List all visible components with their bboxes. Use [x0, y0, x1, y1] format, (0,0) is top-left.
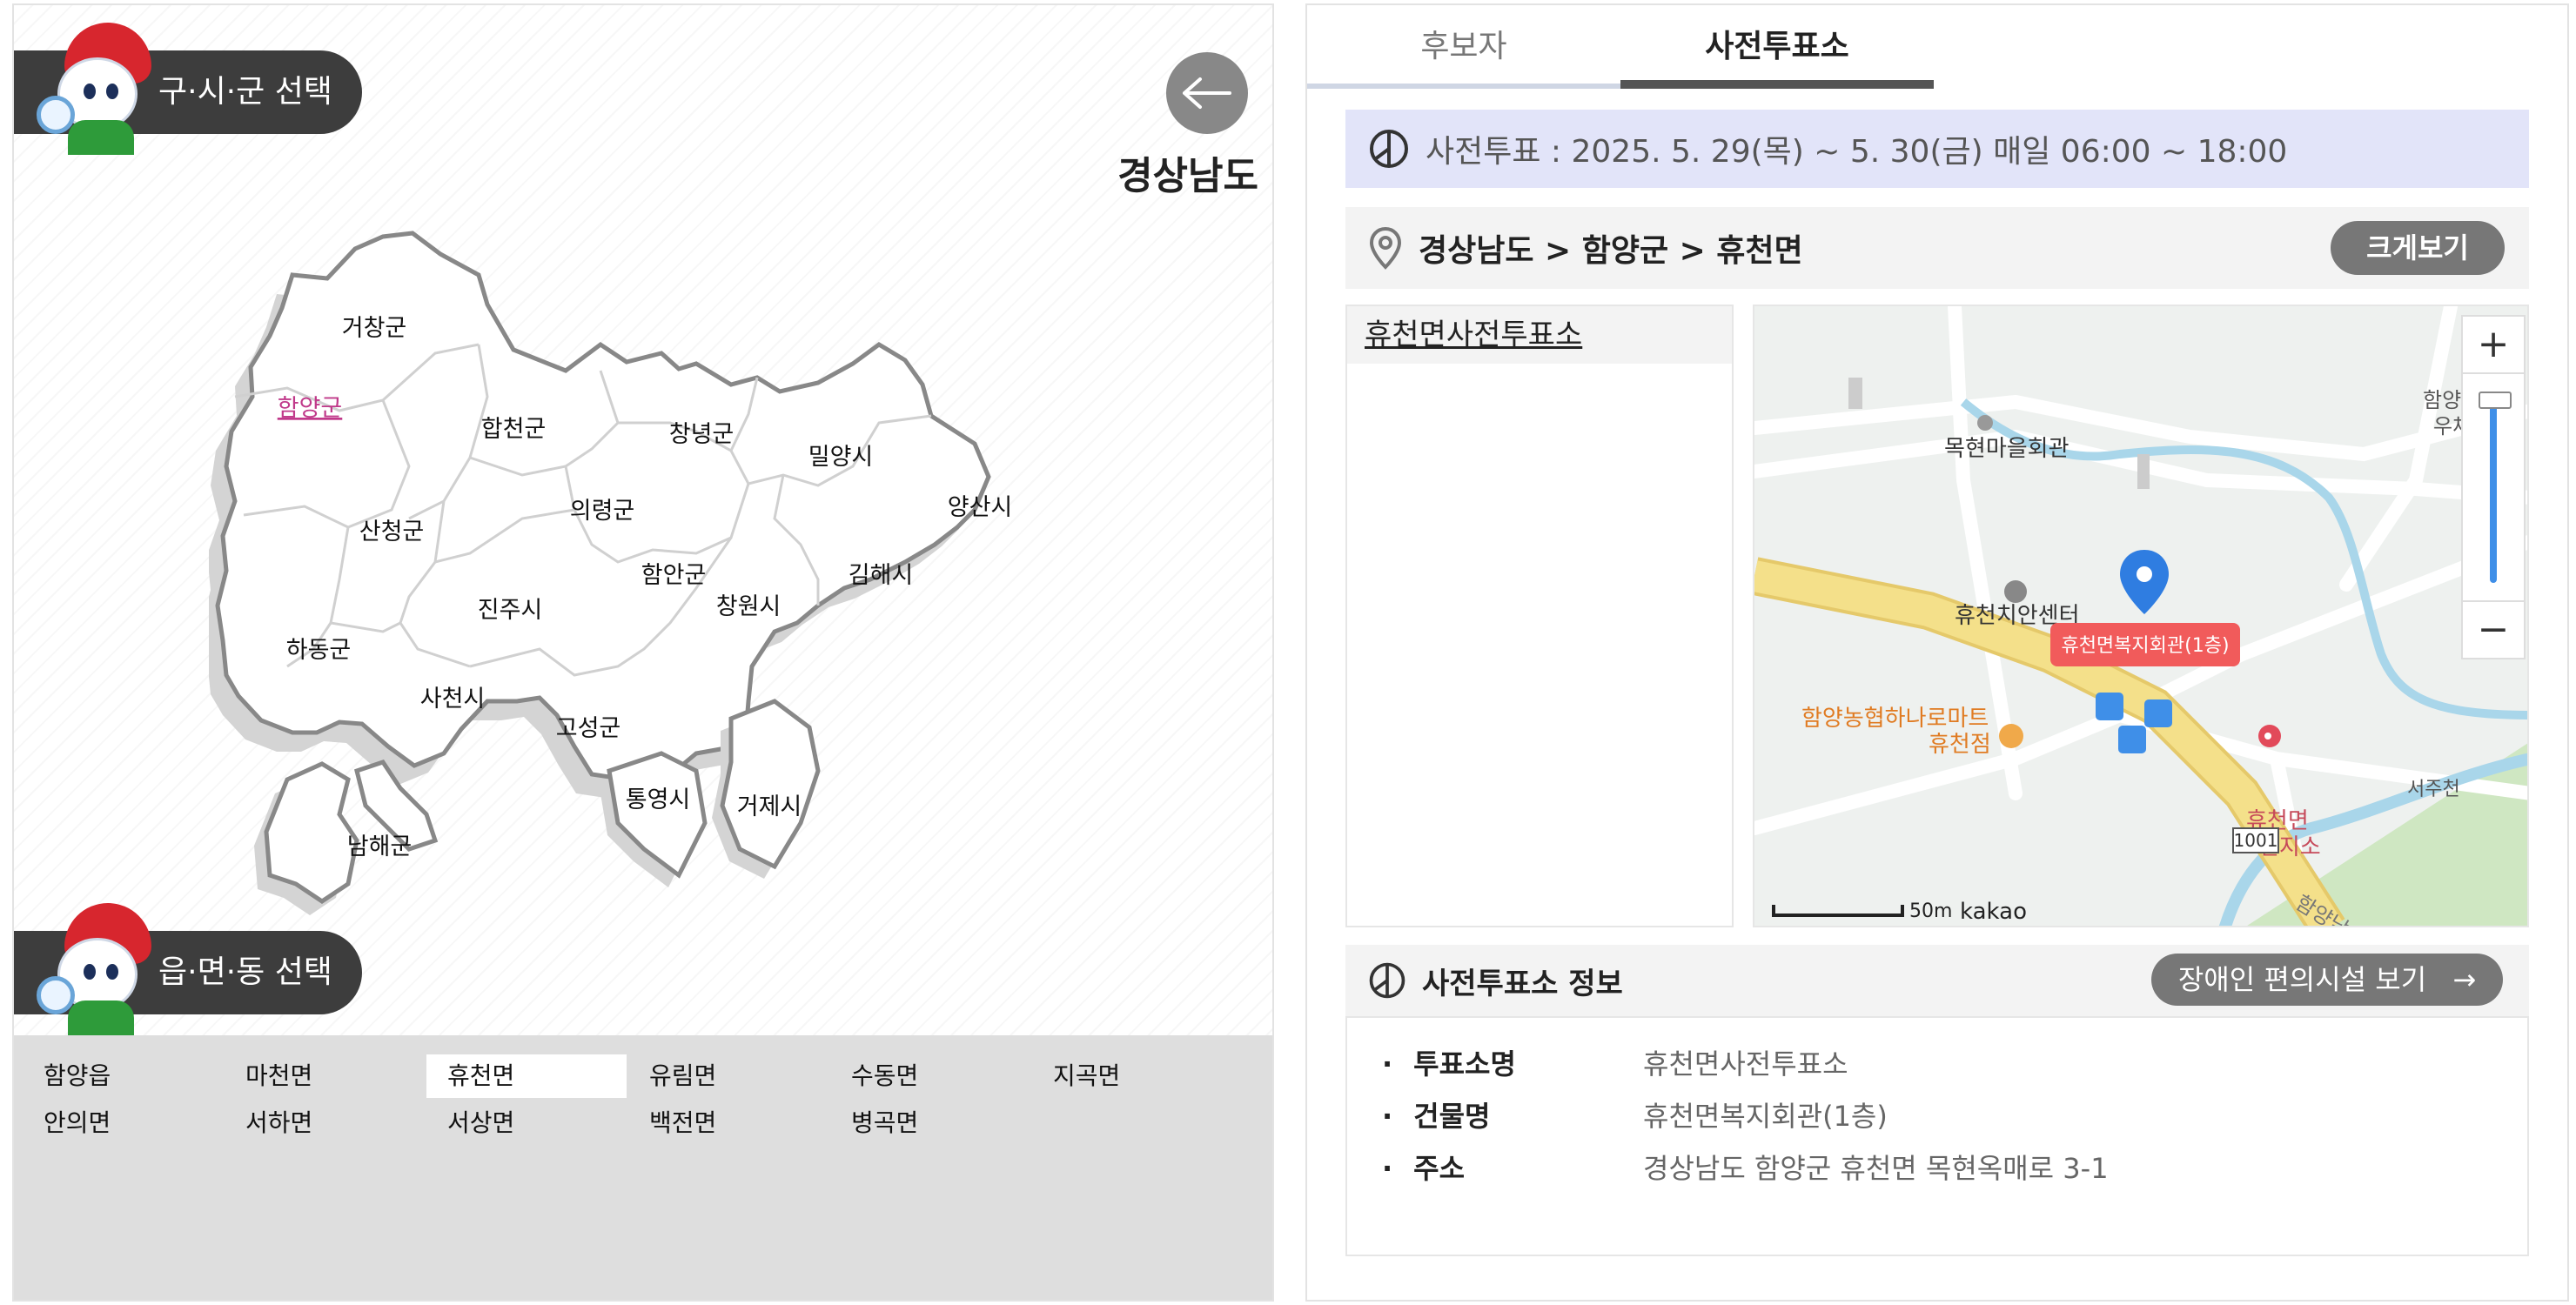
mascot-icon — [30, 23, 160, 155]
district-sacheon[interactable]: 사천시 — [420, 686, 486, 713]
district-hamyang[interactable]: 함양군 — [278, 395, 343, 422]
zoom-out-button[interactable]: − — [2463, 602, 2524, 658]
dong-item[interactable]: 서하면 — [225, 1101, 425, 1145]
district-haman[interactable]: 함안군 — [641, 562, 707, 589]
dong-item[interactable]: 서상면 — [426, 1101, 627, 1145]
location-bar: 경상남도 > 함양군 > 휴천면 크게보기 — [1345, 207, 2529, 289]
arrow-left-icon — [1183, 77, 1231, 109]
dong-item[interactable]: 병곡면 — [830, 1101, 1030, 1145]
station-info-body: 투표소명 휴천면사전투표소 건물명 휴천면복지회관(1층) 주소 경상남도 함양… — [1345, 1016, 2529, 1256]
map-label-station: 휴천면복지회관(1층) — [2061, 635, 2229, 657]
vote-mark-icon — [1370, 130, 1408, 168]
location-pin-icon — [1369, 226, 1402, 270]
district-namhae[interactable]: 남해군 — [347, 833, 413, 860]
info-value: 경상남도 함양군 휴천면 목현옥매로 3-1 — [1643, 1152, 2109, 1185]
info-value: 휴천면복지회관(1층) — [1643, 1100, 1888, 1133]
map-label-hamyang: 함양 — [2423, 388, 2461, 412]
tab-bar: 후보자 사전투표소 — [1307, 5, 2571, 89]
early-voting-notice: 사전투표 : 2025. 5. 29(목) ~ 5. 30(금) 매일 06:0… — [1345, 110, 2529, 188]
district-miryang[interactable]: 밀양시 — [808, 444, 874, 471]
map-canvas: 목현마을회관 휴천치안센터 휴천면복지회관(1층) 함양농협하나로마트 휴천점 … — [1754, 306, 2527, 926]
breadcrumb: 경상남도 > 함양군 > 휴천면 — [1419, 233, 1803, 269]
dong-item-selected[interactable]: 휴천면 — [426, 1054, 627, 1098]
tab-early-voting[interactable]: 사전투표소 — [1620, 5, 1934, 89]
scale-label: 50m — [1909, 900, 1952, 922]
map-label-nonghyup-branch: 휴천점 — [1929, 732, 1991, 758]
info-key: 건물명 — [1382, 1094, 1643, 1134]
dong-item[interactable]: 수동면 — [830, 1054, 1030, 1098]
arrow-right-icon: → — [2452, 963, 2477, 996]
dong-list: 함양읍 마천면 휴천면 유림면 수동면 지곡면 안의면 서하면 서상면 백전면 … — [14, 1035, 1272, 1300]
info-key: 투표소명 — [1382, 1042, 1643, 1082]
dong-item[interactable]: 백전면 — [628, 1101, 828, 1145]
district-yangsan[interactable]: 양산시 — [948, 494, 1013, 521]
notice-text: 사전투표 : 2025. 5. 29(목) ~ 5. 30(금) 매일 06:0… — [1426, 134, 2288, 170]
district-geoje[interactable]: 거제시 — [737, 793, 802, 820]
info-value: 휴천면사전투표소 — [1643, 1047, 1848, 1081]
district-sancheong[interactable]: 산청군 — [359, 519, 425, 545]
dong-item[interactable]: 마천면 — [225, 1054, 425, 1098]
info-row-address: 주소 경상남도 함양군 휴천면 목현옥매로 3-1 — [1382, 1147, 2109, 1187]
tab-early-voting-label: 사전투표소 — [1705, 29, 1849, 64]
district-changwon[interactable]: 창원시 — [716, 593, 782, 620]
map-label-route: 1001 — [2234, 830, 2278, 851]
kakao-map[interactable]: 목현마을회관 휴천치안센터 휴천면복지회관(1층) 함양농협하나로마트 휴천점 … — [1753, 304, 2529, 927]
vote-mark-icon — [1369, 962, 1405, 999]
map-label-nonghyup: 함양농협하나로마트 — [1801, 706, 1989, 732]
zoom-handle[interactable] — [2479, 392, 2512, 409]
district-gimhae[interactable]: 김해시 — [849, 562, 914, 589]
station-list: 휴천면사전투표소 — [1345, 304, 1734, 927]
accessibility-label: 장애인 편의시설 보기 — [2177, 963, 2427, 996]
sigungu-select-label: 구·시·군 선택 — [158, 74, 332, 110]
district-jinju[interactable]: 진주시 — [478, 597, 543, 624]
dong-item[interactable]: 안의면 — [23, 1101, 223, 1145]
district-hapcheon[interactable]: 합천군 — [481, 416, 547, 443]
zoom-control: + − — [2461, 315, 2526, 659]
back-button[interactable] — [1166, 52, 1248, 134]
tab-candidates[interactable]: 후보자 — [1307, 5, 1620, 89]
polling-info-panel: 후보자 사전투표소 사전투표 : 2025. 5. 29(목) ~ 5. 30(… — [1305, 3, 2569, 1302]
station-info-header: 사전투표소 정보 장애인 편의시설 보기 → — [1345, 945, 2529, 1016]
district-selector-panel: 구·시·군 선택 경상남도 거창군 함양군 합천군 창녕군 밀양시 양산시 산청… — [12, 3, 1274, 1302]
dong-item[interactable]: 지곡면 — [1032, 1054, 1232, 1098]
map-label-river: 서주천 — [2407, 779, 2460, 800]
map-label-mokhyeon: 목현마을회관 — [1944, 436, 2070, 462]
info-row-building: 건물명 휴천면복지회관(1층) — [1382, 1094, 1888, 1134]
dong-item[interactable]: 함양읍 — [23, 1054, 223, 1098]
station-item[interactable]: 휴천면사전투표소 — [1347, 306, 1732, 364]
info-row-name: 투표소명 휴천면사전투표소 — [1382, 1042, 1848, 1082]
enlarge-button[interactable]: 크게보기 — [2331, 221, 2505, 275]
info-key: 주소 — [1382, 1147, 1643, 1187]
station-info-title: 사전투표소 정보 — [1422, 966, 1623, 1001]
tab-candidates-label: 후보자 — [1420, 29, 1507, 64]
district-geochang[interactable]: 거창군 — [342, 315, 407, 342]
district-changnyeong[interactable]: 창녕군 — [669, 421, 735, 448]
district-hadong[interactable]: 하동군 — [286, 637, 352, 664]
district-tongyeong[interactable]: 통영시 — [626, 786, 691, 813]
accessibility-button[interactable]: 장애인 편의시설 보기 → — [2151, 954, 2503, 1006]
gyeongnam-district-map: 거창군 함양군 합천군 창녕군 밀양시 양산시 산청군 의령군 함안군 김해시 … — [209, 231, 1013, 915]
zoom-slider[interactable] — [2463, 372, 2524, 602]
zoom-in-button[interactable]: + — [2463, 317, 2524, 372]
mascot-icon — [30, 903, 160, 1035]
region-title: 경상남도 — [1117, 154, 1258, 198]
emd-select-label: 읍·면·동 선택 — [158, 954, 332, 990]
district-uiryeong[interactable]: 의령군 — [570, 498, 635, 525]
dong-item[interactable]: 유림면 — [628, 1054, 828, 1098]
kakao-logo: kakao — [1960, 899, 2027, 925]
district-goseong[interactable]: 고성군 — [556, 715, 621, 742]
